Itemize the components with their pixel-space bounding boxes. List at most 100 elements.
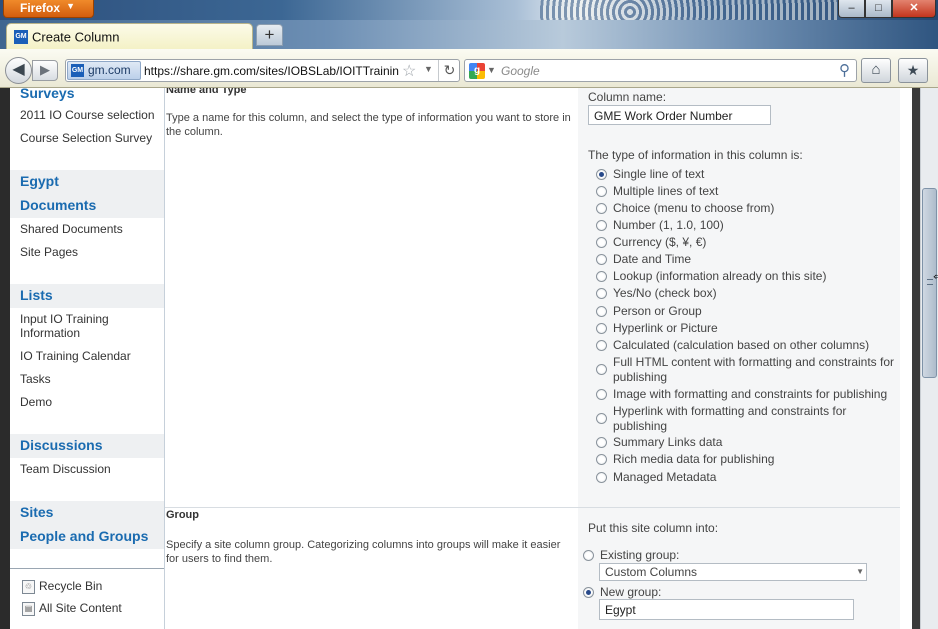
quick-launch: Surveys 2011 IO Course selection Course … <box>10 88 165 629</box>
all-site-content-label: All Site Content <box>39 601 122 615</box>
window-title-bar: Firefox ▼ ‒ □ ✕ <box>0 0 938 20</box>
section-description-name-and-type: Type a name for this column, and select … <box>166 112 571 138</box>
site-identity-button[interactable]: GM gm.com <box>67 61 141 80</box>
bookmark-star-icon: ★ <box>906 62 920 78</box>
ql-item-course-selection-survey[interactable]: Course Selection Survey <box>20 131 160 145</box>
radio-button[interactable] <box>583 587 594 598</box>
star-icon[interactable]: ☆ <box>402 61 416 81</box>
minimize-button[interactable]: ‒ <box>838 0 865 18</box>
radio-button[interactable] <box>596 203 607 214</box>
chevron-down-icon: ▼ <box>66 1 75 11</box>
group-field-pane: Put this site column into: Existing grou… <box>578 508 900 629</box>
section-title-group: Group <box>166 509 199 521</box>
gm-icon: GM <box>14 29 28 44</box>
existing-group-value: Custom Columns <box>605 565 698 579</box>
chevron-down-icon[interactable]: ▼ <box>487 65 496 75</box>
ql-header-discussions[interactable]: Discussions <box>10 434 164 458</box>
search-input[interactable]: Google <box>501 64 540 78</box>
section-title-name-and-type: Name and Type <box>166 88 247 96</box>
vertical-scrollbar[interactable] <box>920 88 938 629</box>
ql-header-people-and-groups[interactable]: People and Groups <box>10 525 164 549</box>
bookmarks-button[interactable]: ★ <box>898 58 928 83</box>
radio-button[interactable] <box>583 550 594 561</box>
home-button[interactable]: ⌂ <box>861 58 891 83</box>
radio-button[interactable] <box>596 271 607 282</box>
back-button[interactable]: ◀ <box>5 57 32 84</box>
google-icon[interactable]: g <box>469 63 485 79</box>
radio-button[interactable] <box>596 364 607 375</box>
radio-button[interactable] <box>596 413 607 424</box>
gm-icon: GM <box>71 64 84 78</box>
chevron-down-icon: ▼ <box>856 567 864 576</box>
reload-button[interactable]: ↻ <box>438 60 459 81</box>
ql-header-sites[interactable]: Sites <box>10 501 164 525</box>
radio-button[interactable] <box>596 437 607 448</box>
right-frame-edge <box>912 88 920 629</box>
radio-button[interactable] <box>596 237 607 248</box>
radio-button[interactable] <box>596 288 607 299</box>
radio-button[interactable] <box>596 323 607 334</box>
ql-header-egypt[interactable]: Egypt <box>10 170 164 194</box>
new-group-input[interactable]: Egypt <box>599 599 854 620</box>
ql-item-io-training-calendar[interactable]: IO Training Calendar <box>20 349 160 363</box>
url-text[interactable]: https://share.gm.com/sites/IOBSLab/IOITT… <box>144 64 399 78</box>
ql-header-documents[interactable]: Documents <box>10 194 164 218</box>
column-name-input[interactable]: GME Work Order Number <box>588 105 771 125</box>
reload-icon: ↻ <box>443 62 456 78</box>
radio-button[interactable] <box>596 389 607 400</box>
forward-button[interactable]: ▶ <box>32 60 58 81</box>
url-bar[interactable]: GM gm.com https://share.gm.com/sites/IOBS… <box>65 59 460 82</box>
firefox-menu-button[interactable]: Firefox ▼ <box>3 0 94 18</box>
site-content-icon: ▤ <box>22 601 35 616</box>
radio-button[interactable] <box>596 186 607 197</box>
radio-button[interactable] <box>596 306 607 317</box>
radio-button[interactable] <box>596 220 607 231</box>
recycle-bin-label: Recycle Bin <box>39 579 103 593</box>
all-site-content-link[interactable]: ▤ All Site Content <box>22 601 122 616</box>
tab-strip: GM Create Column + <box>0 20 938 49</box>
ql-item-input-io-training[interactable]: Input IO Training Information <box>20 312 160 340</box>
ql-header-surveys[interactable]: Surveys <box>10 88 164 106</box>
chevron-down-icon[interactable]: ▼ <box>424 64 433 74</box>
firefox-menu-label: Firefox <box>20 1 61 15</box>
group-description-pane: Group Specify a site column group. Categ… <box>165 508 578 629</box>
arrow-left-icon: ◀ <box>12 61 25 78</box>
ql-item-site-pages[interactable]: Site Pages <box>20 245 160 259</box>
radio-button[interactable] <box>596 454 607 465</box>
identity-domain: gm.com <box>88 62 131 77</box>
theme-background <box>540 0 840 20</box>
create-column-form: Name and Type Type a name for this colum… <box>165 88 912 629</box>
ql-item-demo[interactable]: Demo <box>20 395 160 409</box>
radio-button[interactable] <box>596 340 607 351</box>
radio-button[interactable] <box>596 472 607 483</box>
radio-button[interactable] <box>596 254 607 265</box>
tab-create-column[interactable]: GM Create Column <box>6 23 253 49</box>
ql-item-team-discussion[interactable]: Team Discussion <box>20 462 160 476</box>
column-name-label: Column name: <box>588 90 667 104</box>
radio-button[interactable] <box>596 169 607 180</box>
recycle-bin-link[interactable]: ♲ Recycle Bin <box>22 579 102 594</box>
quick-launch-tools: ♲ Recycle Bin ▤ All Site Content <box>10 568 164 629</box>
ql-item-course-selection-2011[interactable]: 2011 IO Course selection <box>20 108 160 122</box>
home-icon: ⌂ <box>871 61 881 78</box>
put-into-label: Put this site column into: <box>588 521 719 535</box>
close-button[interactable]: ✕ <box>892 0 936 18</box>
page-content: Surveys 2011 IO Course selection Course … <box>10 88 912 629</box>
arrow-right-icon: ▶ <box>40 62 50 77</box>
existing-group-select[interactable]: Custom Columns ▼ <box>599 563 867 581</box>
ql-header-lists[interactable]: Lists <box>10 284 164 308</box>
ql-item-shared-documents[interactable]: Shared Documents <box>20 222 160 236</box>
name-and-type-description-pane: Name and Type Type a name for this colum… <box>165 88 578 507</box>
section-description-group: Specify a site column group. Categorizin… <box>166 539 561 565</box>
recycle-bin-icon: ♲ <box>22 579 35 594</box>
search-icon[interactable]: ⚲ <box>839 61 850 79</box>
search-bar[interactable]: g ▼ Google ⚲ <box>464 59 857 82</box>
ql-item-tasks[interactable]: Tasks <box>20 372 160 386</box>
name-and-type-field-pane: Column name: GME Work Order Number The t… <box>578 88 900 507</box>
new-tab-button[interactable]: + <box>256 24 283 46</box>
tab-title: Create Column <box>32 29 120 45</box>
left-frame-edge <box>0 88 10 629</box>
maximize-button[interactable]: □ <box>865 0 892 18</box>
navigation-bar: ◀ ▶ GM gm.com https://share.gm.com/sites/… <box>0 49 938 88</box>
column-type-prompt: The type of information in this column i… <box>588 148 803 162</box>
